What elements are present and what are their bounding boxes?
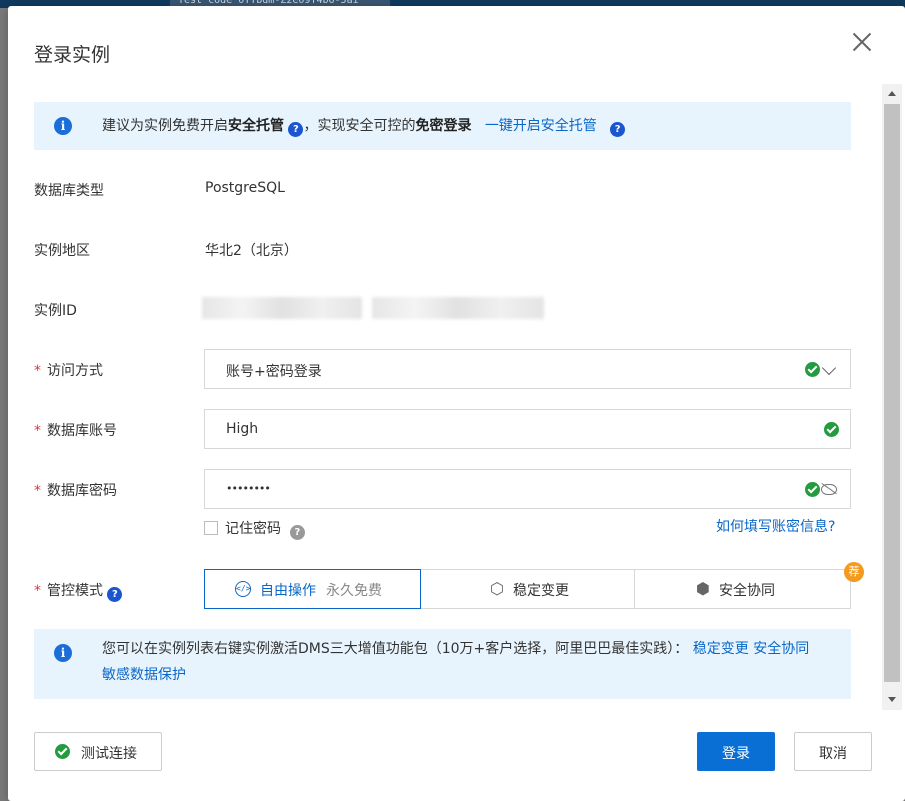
login-instance-dialog: 登录实例 i 建议为实例免费开启安全托管 ? ，实现安全可控的免密登录 一键开启安…: [8, 6, 905, 801]
remember-password-label: 记住密码 ?: [225, 518, 305, 540]
shield-hexagon-icon: ⬢: [696, 579, 710, 598]
code-icon: </>: [235, 581, 251, 597]
check-circle-icon: [824, 422, 839, 437]
credentials-help-link[interactable]: 如何填写账密信息?: [716, 516, 835, 536]
db-account-label: * 数据库账号: [34, 423, 117, 439]
help-icon[interactable]: ?: [107, 587, 123, 602]
scrollbar[interactable]: [882, 84, 902, 710]
info-icon: i: [54, 117, 72, 135]
recommend-badge: 荐: [844, 562, 864, 582]
info-icon: i: [54, 644, 72, 662]
enable-security-link[interactable]: 一键开启安全托管: [485, 118, 597, 134]
help-icon[interactable]: ?: [610, 122, 626, 137]
security-notice: i 建议为实例免费开启安全托管 ? ，实现安全可控的免密登录 一键开启安全托管 ?: [34, 102, 851, 150]
instance-id-label: 实例ID: [34, 303, 77, 319]
scrollbar-thumb[interactable]: [884, 104, 900, 682]
access-method-select[interactable]: 账号+密码登录: [204, 349, 851, 389]
db-password-label: * 数据库密码: [34, 483, 117, 499]
help-icon[interactable]: ?: [289, 525, 305, 540]
close-button[interactable]: [848, 28, 876, 56]
chevron-down-icon[interactable]: [821, 360, 837, 376]
help-icon[interactable]: ?: [288, 122, 304, 137]
region-label: 实例地区: [34, 243, 90, 259]
db-password-input[interactable]: ••••••••: [204, 469, 851, 509]
instance-id-redacted: [372, 297, 544, 319]
mode-security-collaboration[interactable]: ⬢ 安全协同: [634, 569, 851, 609]
eye-off-icon[interactable]: [821, 483, 837, 495]
check-circle-icon: [805, 482, 820, 497]
dms-feature-notice-text: 您可以在实例列表右键实例激活DMS三大增值功能包（10万+客户选择，阿里巴巴最佳…: [102, 641, 810, 683]
dms-feature-notice: i 您可以在实例列表右键实例激活DMS三大增值功能包（10万+客户选择，阿里巴巴…: [34, 629, 851, 699]
db-account-input[interactable]: High: [204, 409, 851, 449]
remember-password-checkbox[interactable]: [204, 521, 218, 535]
region-value: 华北2（北京）: [205, 243, 298, 259]
access-method-label: * 访问方式: [34, 363, 103, 379]
db-type-label: 数据库类型: [34, 183, 104, 199]
sensitive-data-link[interactable]: 敏感数据保护: [102, 667, 186, 683]
login-button[interactable]: 登录: [697, 732, 775, 771]
mode-stable-change[interactable]: ⬡ 稳定变更: [420, 569, 635, 609]
stable-change-link[interactable]: 稳定变更: [693, 641, 749, 657]
db-type-value: PostgreSQL: [205, 180, 285, 196]
hexagon-gear-icon: ⬡: [490, 579, 504, 598]
scroll-down-arrow[interactable]: [882, 692, 902, 708]
mode-free-operation[interactable]: </> 自由操作 永久免费: [204, 569, 421, 609]
instance-id-redacted: [202, 297, 362, 319]
check-circle-icon: [55, 744, 70, 759]
check-circle-icon: [805, 362, 820, 377]
scroll-up-arrow[interactable]: [882, 86, 902, 102]
security-collaboration-link[interactable]: 安全协同: [753, 641, 809, 657]
test-connection-button[interactable]: 测试连接: [34, 732, 162, 771]
security-notice-text: 建议为实例免费开启安全托管 ? ，实现安全可控的免密登录 一键开启安全托管 ?: [102, 113, 626, 139]
cancel-button[interactable]: 取消: [794, 732, 872, 771]
control-mode-label: * 管控模式 ?: [34, 580, 123, 602]
dialog-title: 登录实例: [34, 44, 111, 66]
